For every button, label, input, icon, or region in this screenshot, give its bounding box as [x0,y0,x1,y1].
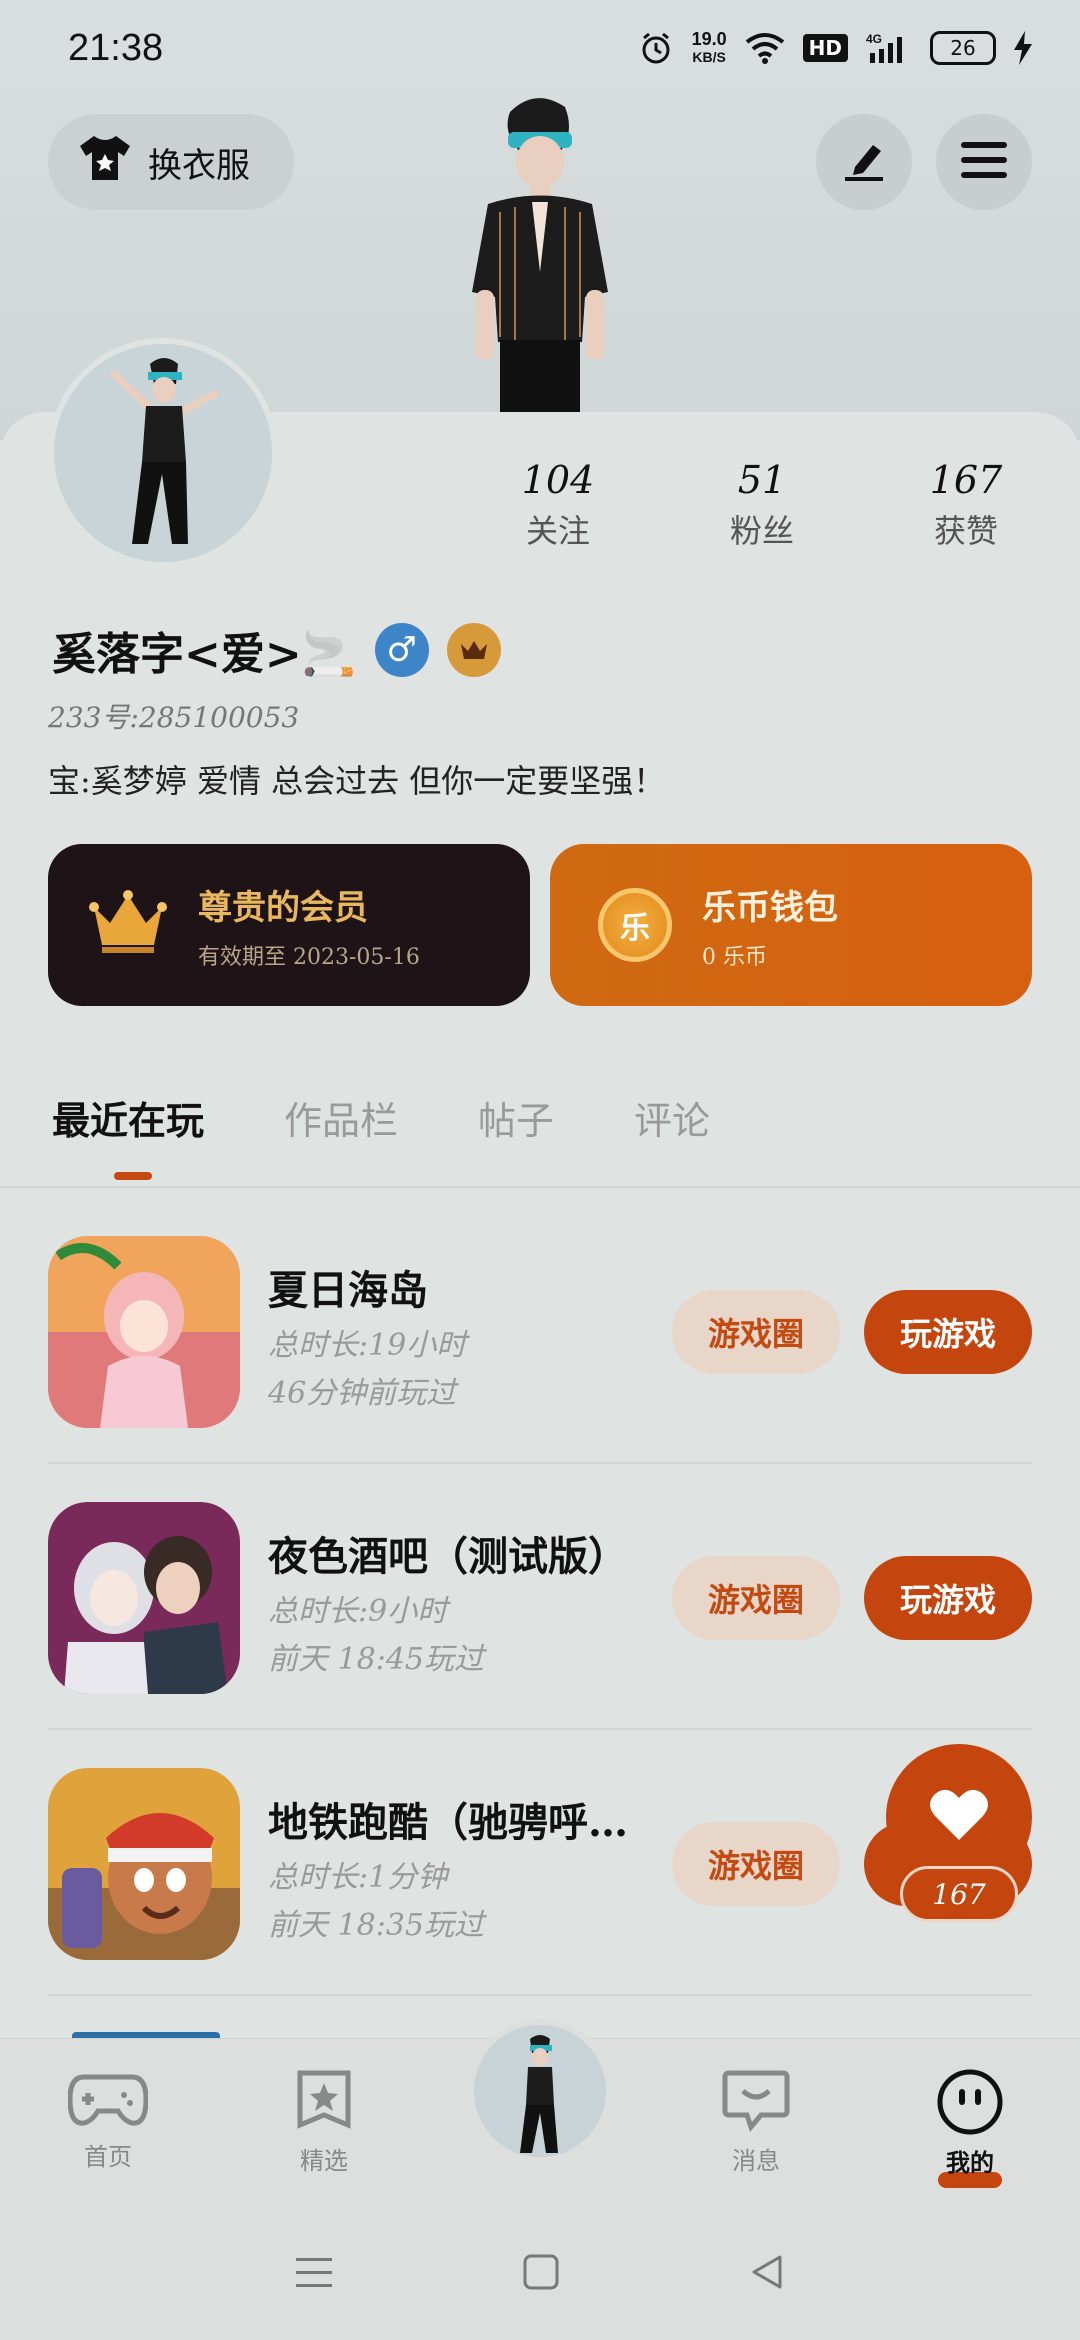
like-count: 167 [900,1866,1018,1922]
game-duration: 总时长:1分钟 [268,1860,448,1895]
wifi-icon [745,32,785,64]
chat-icon [721,2070,791,2137]
status-bar: 21:38 19.0 KB/S HD 4G 26 [0,0,1080,96]
charging-icon [1014,31,1032,65]
profile-stats: 104 关注 51 粉丝 167 获赞 [0,458,1080,578]
fans-label: 粉丝 [729,512,794,550]
net-speed-unit: KB/S [692,49,726,65]
net-speed: 19.0 KB/S [692,30,727,66]
battery-indicator: 26 [930,31,996,65]
game-last-played: 前天 18:45玩过 [268,1642,484,1677]
male-gender-icon: ♂ [374,623,429,677]
tab-posts[interactable]: 帖子 [478,1090,554,1145]
stat-fans[interactable]: 51 粉丝 [682,458,842,552]
net-speed-value: 19.0 [691,29,727,49]
tab-recently-played[interactable]: 最近在玩 [52,1090,204,1180]
member-expiry: 有效期至 2023-05-16 [198,944,420,970]
nav-featured-label: 精选 [300,2147,348,2175]
wallet-balance: 0 乐币 [702,944,767,970]
star-badge-icon [294,2070,354,2137]
home-square-icon[interactable] [522,2253,560,2295]
profile-tabs: 最近在玩 作品栏 帖子 评论 [52,1090,710,1180]
vip-member-card[interactable]: 尊贵的会员 有效期至 2023-05-16 [48,844,530,1006]
alarm-icon [638,30,674,66]
game-row[interactable]: 夜色酒吧（测试版） 总时长:9小时 前天 18:45玩过 游戏圈 玩游戏 [48,1502,1080,1768]
following-label: 关注 [525,512,590,550]
game-icon-subway-surfers[interactable] [48,1768,240,1960]
nav-home-label: 首页 [84,2143,132,2171]
crown-icon [88,889,168,961]
game-row[interactable]: 夏日海岛 总时长:19小时 46分钟前玩过 游戏圈 玩游戏 [48,1236,1080,1502]
username-row: 奚落字<爱>🚬 ♂ [52,618,501,682]
nav-home[interactable]: 首页 [38,2069,178,2172]
hero-avatar-figure[interactable] [440,92,640,422]
play-game-button[interactable]: 玩游戏 [864,1290,1032,1374]
nav-messages[interactable]: 消息 [686,2069,826,2176]
pen-icon [841,137,887,187]
smiley-face-icon [935,2069,1005,2139]
following-count: 104 [521,458,595,502]
heart-icon [929,1788,989,1846]
game-circle-button[interactable]: 游戏圈 [672,1290,840,1374]
row-divider [48,1994,1032,1996]
nav-mine[interactable]: 我的 [900,2069,1040,2188]
gamepad-icon [67,2074,149,2133]
member-title: 尊贵的会员 [198,887,368,928]
username: 奚落字<爱>🚬 [52,629,357,680]
game-icon-night-bar[interactable] [48,1502,240,1694]
row-divider [48,1462,1032,1464]
edit-profile-button[interactable] [816,114,912,210]
likes-label: 获赞 [933,512,998,550]
nav-mine-label: 我的 [946,2148,994,2177]
hamburger-icon [961,140,1007,184]
stat-following[interactable]: 104 关注 [478,458,638,552]
change-outfit-button[interactable]: 换衣服 [48,114,294,210]
fans-count: 51 [737,458,787,502]
game-last-played: 前天 18:35玩过 [268,1908,484,1943]
coin-wallet-card[interactable]: 乐 乐币钱包 0 乐币 [550,844,1032,1006]
nav-messages-label: 消息 [732,2147,780,2175]
play-game-button[interactable]: 玩游戏 [864,1556,1032,1640]
game-circle-button[interactable]: 游戏圈 [672,1822,840,1906]
user-id[interactable]: 233号:285100053 [48,696,299,736]
nav-featured[interactable]: 精选 [254,2069,394,2176]
game-last-played: 46分钟前玩过 [268,1376,457,1411]
menu-button[interactable] [936,114,1032,210]
game-name: 夏日海岛 [268,1267,428,1314]
stat-likes[interactable]: 167 获赞 [886,458,1046,552]
status-time: 21:38 [68,26,164,69]
wallet-title: 乐币钱包 [702,887,838,928]
change-outfit-label: 换衣服 [148,145,250,186]
tab-works[interactable]: 作品栏 [284,1090,398,1145]
row-divider [48,1728,1032,1730]
svg-text:4G: 4G [866,32,882,46]
shirt-icon [78,134,132,191]
likes-count: 167 [929,458,1003,502]
nav-avatar-center[interactable] [468,2019,612,2189]
bottom-navigation: 首页 精选 消息 我的 [0,2019,1080,2208]
system-navigation-bar [0,2208,1080,2340]
tab-comments[interactable]: 评论 [634,1090,710,1145]
nav-avatar-bubble [468,2019,612,2163]
game-circle-button[interactable]: 游戏圈 [672,1556,840,1640]
back-triangle-icon[interactable] [748,2253,786,2295]
user-bio: 宝:奚梦婷 爱情 总会过去 但你一定要坚强！ [48,762,666,800]
game-duration: 总时长:19小时 [268,1328,467,1363]
tabs-divider [0,1186,1080,1188]
hd-badge: HD [802,34,848,62]
game-name: 夜色酒吧（测试版） [268,1533,628,1580]
game-duration: 总时长:9小时 [268,1594,448,1629]
coin-icon: 乐 [598,888,672,962]
like-fab[interactable]: 167 [886,1744,1032,1944]
vip-crown-icon[interactable] [446,623,501,677]
game-icon-summer-island[interactable] [48,1236,240,1428]
recent-apps-icon[interactable] [294,2254,334,2294]
game-name: 地铁跑酷（驰骋呼… [268,1799,628,1846]
signal-icon: 4G [866,31,912,65]
